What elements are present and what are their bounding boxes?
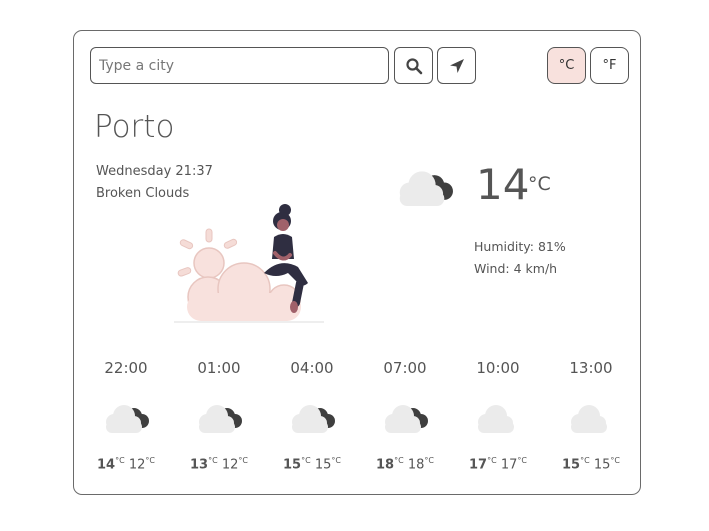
weather-illustration: [174, 204, 324, 323]
broken-clouds-icon: [292, 405, 335, 433]
forecast-unit: °C: [208, 456, 218, 465]
search-button[interactable]: [394, 47, 433, 84]
current-datetime: Wednesday 21:37: [96, 164, 213, 179]
broken-clouds-icon: [106, 405, 149, 433]
forecast-low: 18: [407, 457, 425, 473]
search-icon: [405, 57, 422, 74]
forecast-high: 13: [190, 457, 209, 473]
few-clouds-icon: [478, 405, 514, 433]
forecast-low: 15: [593, 457, 611, 473]
forecast-time: 04:00: [290, 359, 334, 377]
forecast-time: 01:00: [197, 359, 241, 377]
wind-label: Wind: 4 km/h: [474, 261, 558, 276]
city-search-input[interactable]: [90, 47, 389, 84]
humidity-label: Humidity: 81%: [474, 239, 566, 254]
forecast-temps: 18°C 18°C: [359, 456, 451, 472]
forecast-low: 15: [314, 457, 332, 473]
broken-clouds-icon: [399, 171, 453, 207]
city-name: Porto: [94, 109, 175, 145]
forecast-unit: °C: [487, 456, 497, 465]
forecast-unit: °C: [301, 456, 311, 465]
forecast-unit: °C: [517, 456, 527, 465]
forecast-unit: °C: [145, 456, 155, 465]
forecast-high: 14: [97, 457, 116, 473]
forecast-high: 15: [283, 457, 302, 473]
broken-clouds-icon: [199, 405, 242, 433]
forecast-unit: °C: [610, 456, 620, 465]
forecast-temps: 13°C 12°C: [173, 456, 265, 472]
fahrenheit-toggle[interactable]: °F: [590, 47, 629, 84]
current-temperature-unit: °C: [528, 173, 551, 195]
forecast-temps: 15°C 15°C: [266, 456, 358, 472]
forecast-temps: 14°C 12°C: [80, 456, 172, 472]
forecast-low: 17: [500, 457, 518, 473]
current-location-button[interactable]: [437, 47, 476, 84]
forecast-time: 22:00: [104, 359, 148, 377]
location-arrow-icon: [449, 58, 464, 73]
weather-card: °C °F Porto Wednesday 21:37 Broken Cloud…: [73, 30, 641, 495]
current-temperature: 14: [476, 160, 530, 209]
forecast-unit: °C: [331, 456, 341, 465]
forecast-temps: 17°C 17°C: [452, 456, 544, 472]
forecast-unit: °C: [424, 456, 434, 465]
forecast-unit: °C: [580, 456, 590, 465]
forecast-high: 17: [469, 457, 488, 473]
forecast-unit: °C: [115, 456, 125, 465]
forecast-temps: 15°C 15°C: [545, 456, 637, 472]
forecast-time: 07:00: [383, 359, 427, 377]
forecast-unit: °C: [394, 456, 404, 465]
few-clouds-icon: [571, 405, 607, 433]
forecast-high: 15: [562, 457, 581, 473]
forecast-time: 10:00: [476, 359, 520, 377]
forecast-low: 12: [128, 457, 146, 473]
forecast-unit: °C: [238, 456, 248, 465]
broken-clouds-icon: [385, 405, 428, 433]
celsius-toggle[interactable]: °C: [547, 47, 586, 84]
forecast-low: 12: [221, 457, 239, 473]
forecast-time: 13:00: [569, 359, 613, 377]
forecast-high: 18: [376, 457, 395, 473]
